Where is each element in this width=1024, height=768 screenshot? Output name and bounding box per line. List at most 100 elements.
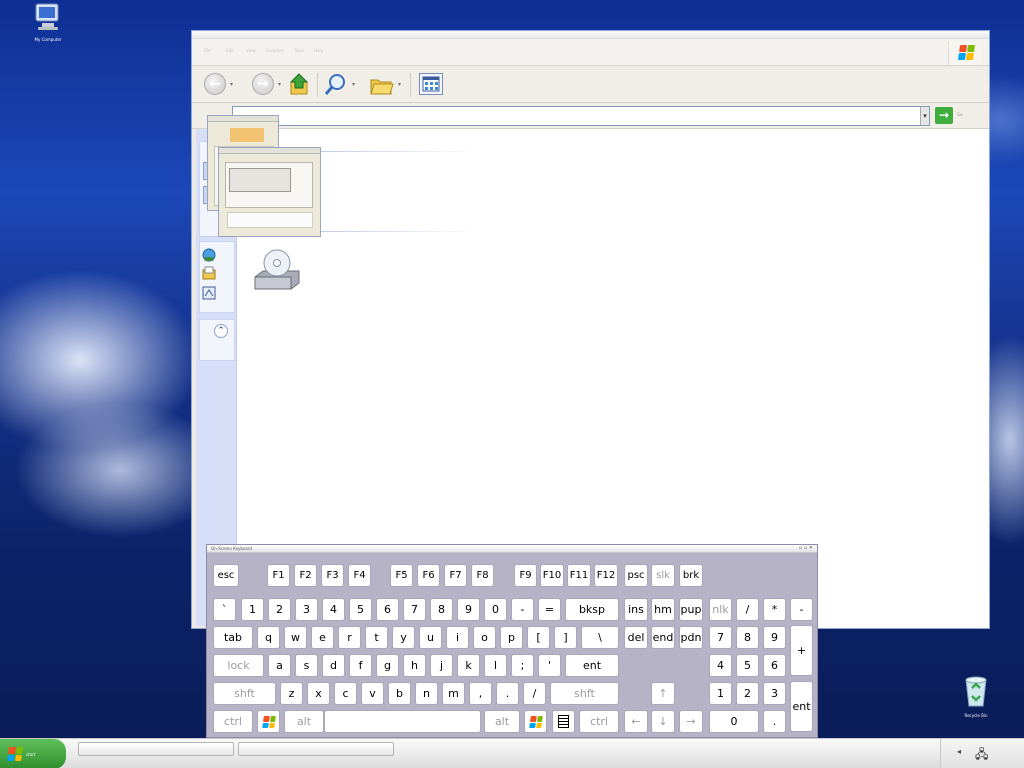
key-3[interactable]: 3 bbox=[295, 598, 318, 621]
key-f9[interactable]: F9 bbox=[514, 564, 537, 587]
key-nlk[interactable]: nlk bbox=[709, 598, 732, 621]
key-sym[interactable]: \ bbox=[581, 626, 619, 649]
key-5[interactable]: 5 bbox=[349, 598, 372, 621]
key-pdn[interactable]: pdn bbox=[679, 626, 703, 649]
key-tab[interactable]: tab bbox=[213, 626, 253, 649]
taskbar-button-osk[interactable] bbox=[238, 742, 394, 756]
cd-drive-item[interactable] bbox=[251, 243, 303, 295]
osk-window-controls[interactable]: ▫ ▫ ✕ bbox=[799, 545, 813, 551]
key-c[interactable]: c bbox=[334, 682, 357, 705]
tray-expand-icon[interactable]: ◂ bbox=[957, 747, 961, 756]
key-5[interactable]: 5 bbox=[736, 654, 759, 677]
key-9[interactable]: 9 bbox=[763, 626, 786, 649]
key-8[interactable]: 8 bbox=[736, 626, 759, 649]
key-sym[interactable]: + bbox=[790, 625, 813, 676]
key-shft[interactable]: shft bbox=[550, 682, 619, 705]
key-shft[interactable]: shft bbox=[213, 682, 276, 705]
key-psc[interactable]: psc bbox=[624, 564, 648, 587]
key-f10[interactable]: F10 bbox=[540, 564, 564, 587]
key-h[interactable]: h bbox=[403, 654, 426, 677]
menu-view[interactable]: View bbox=[246, 48, 256, 53]
key-o[interactable]: o bbox=[473, 626, 496, 649]
key-f8[interactable]: F8 bbox=[471, 564, 494, 587]
key-2[interactable]: 2 bbox=[268, 598, 291, 621]
key-sym[interactable]: . bbox=[496, 682, 519, 705]
key-1[interactable]: 1 bbox=[709, 682, 732, 705]
key-sym[interactable]: ← bbox=[624, 710, 648, 733]
key-end[interactable]: end bbox=[651, 626, 675, 649]
address-input[interactable]: ▾ bbox=[232, 106, 930, 126]
key-l[interactable]: l bbox=[484, 654, 507, 677]
views-button[interactable] bbox=[419, 73, 443, 95]
key-ent[interactable]: ent bbox=[790, 681, 813, 732]
menu-tools[interactable]: Tools bbox=[294, 48, 304, 53]
key-d[interactable]: d bbox=[322, 654, 345, 677]
start-button[interactable]: start bbox=[0, 739, 66, 768]
key-pup[interactable]: pup bbox=[679, 598, 703, 621]
key-0[interactable]: 0 bbox=[484, 598, 507, 621]
key-f4[interactable]: F4 bbox=[348, 564, 371, 587]
key-r[interactable]: r bbox=[338, 626, 361, 649]
key-sym[interactable]: * bbox=[763, 598, 786, 621]
app-menu-key[interactable] bbox=[552, 710, 575, 733]
key-f7[interactable]: F7 bbox=[444, 564, 467, 587]
key-u[interactable]: u bbox=[419, 626, 442, 649]
recycle-bin-desktop-icon[interactable]: Recycle Bin bbox=[954, 674, 998, 718]
key-esc[interactable]: esc bbox=[213, 564, 239, 587]
key-7[interactable]: 7 bbox=[709, 626, 732, 649]
control-panel-icon[interactable] bbox=[202, 286, 216, 300]
forward-button[interactable]: → bbox=[252, 73, 274, 95]
windows-key[interactable] bbox=[257, 710, 280, 733]
key-sym[interactable]: ] bbox=[554, 626, 577, 649]
collapse-chevron-icon[interactable]: ⌃ bbox=[214, 324, 228, 338]
key-z[interactable]: z bbox=[280, 682, 303, 705]
key-4[interactable]: 4 bbox=[322, 598, 345, 621]
key-sym[interactable]: , bbox=[469, 682, 492, 705]
key-q[interactable]: q bbox=[257, 626, 280, 649]
menu-file[interactable]: File bbox=[204, 48, 211, 53]
key-2[interactable]: 2 bbox=[736, 682, 759, 705]
key-9[interactable]: 9 bbox=[457, 598, 480, 621]
my-computer-desktop-icon[interactable]: My Computer bbox=[26, 2, 70, 42]
forward-dropdown-icon[interactable]: ▾ bbox=[278, 81, 281, 88]
key-a[interactable]: a bbox=[268, 654, 291, 677]
key-sym[interactable]: ; bbox=[511, 654, 534, 677]
key-del[interactable]: del bbox=[624, 626, 648, 649]
menu-favorites[interactable]: Favorites bbox=[266, 48, 284, 53]
key-ins[interactable]: ins bbox=[624, 598, 648, 621]
key-s[interactable]: s bbox=[295, 654, 318, 677]
menu-edit[interactable]: Edit bbox=[226, 48, 234, 53]
key-w[interactable]: w bbox=[284, 626, 307, 649]
key-k[interactable]: k bbox=[457, 654, 480, 677]
key-v[interactable]: v bbox=[361, 682, 384, 705]
key-sym[interactable]: = bbox=[538, 598, 561, 621]
window-title-bar[interactable] bbox=[192, 31, 989, 39]
space-key[interactable] bbox=[324, 710, 481, 733]
key-n[interactable]: n bbox=[415, 682, 438, 705]
key-slk[interactable]: slk bbox=[651, 564, 675, 587]
folders-dropdown-icon[interactable]: ▾ bbox=[398, 81, 401, 88]
key-hm[interactable]: hm bbox=[651, 598, 675, 621]
key-f5[interactable]: F5 bbox=[390, 564, 413, 587]
key-sym[interactable]: / bbox=[523, 682, 546, 705]
key-ent[interactable]: ent bbox=[565, 654, 619, 677]
key-m[interactable]: m bbox=[442, 682, 465, 705]
key-f[interactable]: f bbox=[349, 654, 372, 677]
key-7[interactable]: 7 bbox=[403, 598, 426, 621]
key-4[interactable]: 4 bbox=[709, 654, 732, 677]
key-p[interactable]: p bbox=[500, 626, 523, 649]
key-x[interactable]: x bbox=[307, 682, 330, 705]
key-sym[interactable]: / bbox=[736, 598, 759, 621]
back-dropdown-icon[interactable]: ▾ bbox=[230, 81, 233, 88]
up-folder-button[interactable] bbox=[288, 71, 312, 97]
key-b[interactable]: b bbox=[388, 682, 411, 705]
menu-help[interactable]: Help bbox=[314, 48, 323, 53]
key-sym[interactable]: → bbox=[679, 710, 703, 733]
key-1[interactable]: 1 bbox=[241, 598, 264, 621]
key-ctrl[interactable]: ctrl bbox=[213, 710, 253, 733]
key-f1[interactable]: F1 bbox=[267, 564, 290, 587]
key-f6[interactable]: F6 bbox=[417, 564, 440, 587]
key-g[interactable]: g bbox=[376, 654, 399, 677]
key-alt[interactable]: alt bbox=[484, 710, 520, 733]
key-alt[interactable]: alt bbox=[284, 710, 324, 733]
